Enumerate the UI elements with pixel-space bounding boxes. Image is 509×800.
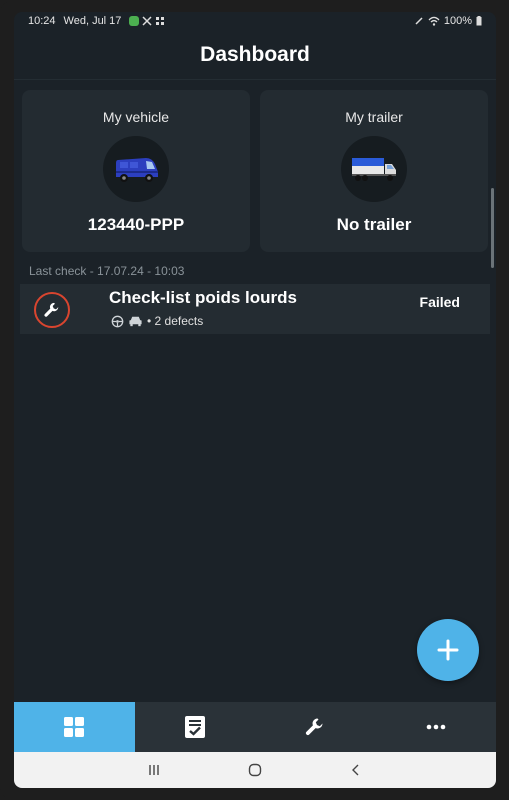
checklist-meta: • 2 defects — [111, 314, 203, 328]
app-screen: 10:24 Wed, Jul 17 100% Dashboard My vehi… — [14, 12, 496, 788]
defects-count: • 2 defects — [147, 314, 204, 328]
app-notification-icon — [129, 16, 140, 26]
battery-icon — [476, 16, 482, 26]
last-check-label: Last check - 17.07.24 - 10:03 — [29, 264, 185, 278]
checklist-title: Check-list poids lourds — [109, 288, 297, 307]
checklist-row[interactable]: Check-list poids lourds • 2 defects Fail… — [20, 284, 490, 334]
trailer-value: No trailer — [336, 215, 412, 234]
status-bar: 10:24 Wed, Jul 17 100% — [14, 12, 496, 30]
status-time: 10:24 — [28, 15, 56, 27]
device-frame: 10:24 Wed, Jul 17 100% Dashboard My vehi… — [0, 0, 509, 800]
status-notification-icons — [129, 16, 165, 26]
app-header: Dashboard — [14, 30, 496, 80]
dashboard-icon — [64, 717, 85, 737]
grid-icon — [156, 17, 165, 25]
wrench-icon — [306, 718, 323, 736]
truck-icon — [341, 136, 407, 202]
status-badge: Failed — [419, 294, 460, 310]
tools-icon — [142, 16, 152, 26]
my-vehicle-card[interactable]: My vehicle 123440-PPP — [22, 90, 250, 252]
tab-checklist[interactable] — [135, 702, 256, 752]
edit-icon — [415, 17, 423, 25]
my-vehicle-label: My vehicle — [102, 109, 170, 125]
more-icon — [426, 724, 446, 730]
recent-apps-icon[interactable] — [147, 763, 161, 777]
tab-more[interactable] — [376, 702, 497, 752]
add-button[interactable] — [417, 619, 479, 681]
car-icon — [129, 316, 142, 327]
wrench-icon — [44, 302, 59, 317]
wifi-icon — [428, 16, 440, 26]
checklist-icon — [184, 716, 205, 738]
back-icon[interactable] — [349, 763, 363, 777]
status-right: 100% — [414, 15, 482, 27]
van-icon — [103, 136, 169, 202]
battery-percent: 100% — [443, 15, 472, 27]
my-trailer-card[interactable]: My trailer No trailer — [260, 90, 488, 252]
plus-icon — [437, 639, 459, 661]
system-nav-bar — [14, 752, 496, 788]
my-trailer-label: My trailer — [345, 109, 403, 125]
home-icon[interactable] — [248, 763, 262, 777]
steering-wheel-icon — [111, 315, 124, 327]
tab-dashboard[interactable] — [14, 702, 135, 752]
page-title: Dashboard — [200, 42, 310, 66]
status-date: Wed, Jul 17 — [63, 15, 122, 27]
failed-wrench-badge — [34, 292, 70, 328]
scrollbar[interactable] — [491, 188, 494, 268]
bottom-nav — [14, 702, 496, 752]
tab-maintenance[interactable] — [255, 702, 376, 752]
vehicle-plate: 123440-PPP — [87, 215, 185, 234]
